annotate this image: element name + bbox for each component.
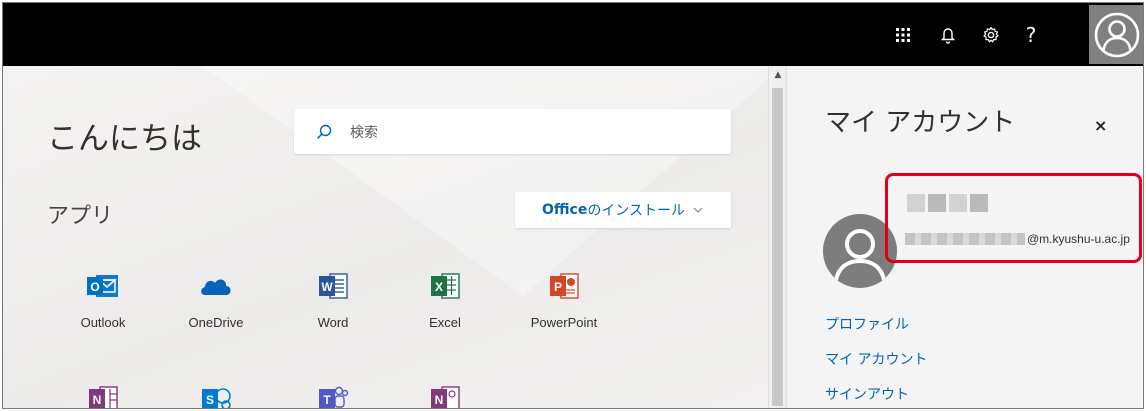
svg-text:P: P <box>554 280 562 294</box>
browser-frame: ? こんにちは 検索 アプリ Office のインストール O Outlook … <box>2 2 1144 409</box>
svg-text:N: N <box>435 393 444 407</box>
my-account-link[interactable]: マイ アカウント <box>825 349 927 369</box>
app-tile-teams[interactable]: T <box>288 384 378 408</box>
svg-text:O: O <box>90 280 99 294</box>
install-brand: Office <box>542 202 588 218</box>
teams-icon: T <box>319 386 349 408</box>
scroll-up-icon[interactable]: ▲ <box>769 70 787 80</box>
search-placeholder: 検索 <box>350 124 378 141</box>
my-account-panel: マイ アカウント × @m.kyushu-u.ac.jp プロファイル マイ ア… <box>786 66 1143 408</box>
app-label-word: Word <box>317 315 349 330</box>
install-label: のインストール <box>587 203 686 219</box>
help-icon[interactable]: ? <box>1011 3 1051 66</box>
search-input[interactable]: 検索 <box>294 109 731 154</box>
outlook-icon: O <box>87 275 118 297</box>
chevron-down-icon <box>693 205 703 216</box>
svg-text:T: T <box>323 393 331 407</box>
onenote-icon: N <box>431 386 460 408</box>
word-icon: W <box>319 273 348 299</box>
excel-icon: X <box>431 273 460 299</box>
sharepoint-icon: S <box>202 388 231 408</box>
app-tile-onenote[interactable]: N <box>58 384 148 408</box>
powerpoint-icon: P <box>550 273 579 299</box>
bell-icon[interactable] <box>928 3 968 66</box>
close-icon[interactable]: × <box>1094 116 1107 135</box>
install-office-button[interactable]: Office のインストール <box>515 192 731 228</box>
app-label-powerpoint: PowerPoint <box>530 315 598 330</box>
search-icon <box>316 124 332 139</box>
app-label-excel: Excel <box>429 315 461 330</box>
greeting-heading: こんにちは <box>47 121 202 157</box>
scrollbar-thumb[interactable] <box>772 88 783 406</box>
app-tile-onedrive[interactable]: OneDrive <box>171 271 261 330</box>
highlight-box <box>885 173 1142 263</box>
svg-text:N: N <box>93 393 102 407</box>
main-content: こんにちは 検索 アプリ Office のインストール O Outlook On… <box>3 66 768 408</box>
background-decoration <box>203 66 768 296</box>
svg-text:X: X <box>435 280 443 294</box>
profile-link[interactable]: プロファイル <box>825 314 909 334</box>
app-tile-powerpoint[interactable]: P PowerPoint <box>519 271 609 330</box>
panel-title: マイ アカウント <box>825 108 1016 138</box>
app-tile-onenote-2[interactable]: N <box>400 384 490 408</box>
app-tile-outlook[interactable]: O Outlook <box>58 271 148 330</box>
gear-icon[interactable] <box>971 3 1011 66</box>
help-label: ? <box>1025 22 1037 47</box>
onedrive-icon <box>201 279 231 295</box>
top-bar: ? <box>3 3 1143 66</box>
user-avatar-icon[interactable] <box>1089 5 1143 64</box>
apps-heading: アプリ <box>47 204 114 229</box>
app-launcher-icon[interactable] <box>883 3 923 66</box>
app-tile-excel[interactable]: X Excel <box>400 271 490 330</box>
app-label-onedrive: OneDrive <box>188 315 244 330</box>
onenote-icon: N <box>89 386 118 408</box>
app-label-outlook: Outlook <box>80 315 126 330</box>
vertical-scrollbar[interactable]: ▲ <box>768 66 787 408</box>
app-tile-sharepoint[interactable]: S <box>171 384 261 408</box>
svg-text:S: S <box>206 393 214 407</box>
sign-out-link[interactable]: サインアウト <box>825 384 909 404</box>
app-tile-word[interactable]: W Word <box>288 271 378 330</box>
svg-text:W: W <box>321 280 333 294</box>
